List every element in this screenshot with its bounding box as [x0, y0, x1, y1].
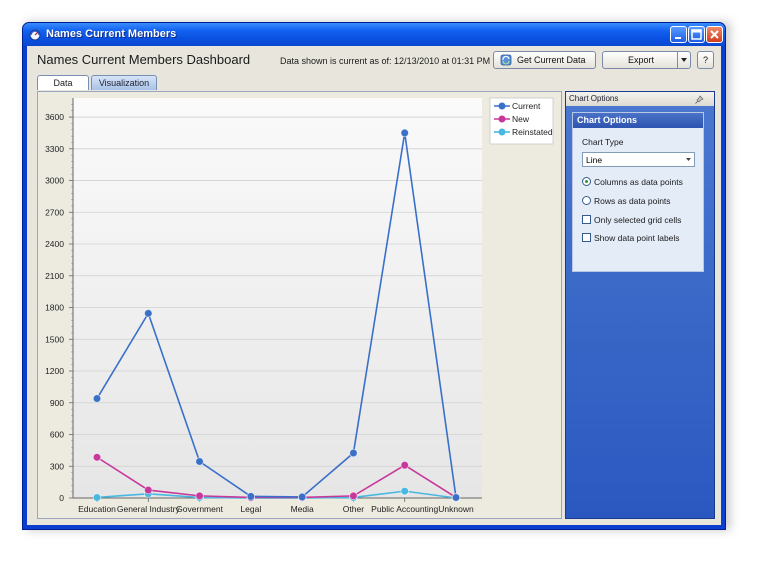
x-tick-label: Government [176, 504, 223, 514]
tab-data-label: Data [53, 78, 73, 88]
tab-visualization-label: Visualization [98, 78, 150, 88]
only-selected-grid-cells-checkbox[interactable] [582, 215, 591, 224]
chart-options-section-title: Chart Options [577, 115, 637, 125]
help-label: ? [703, 55, 709, 65]
legend-label: New [512, 114, 530, 124]
chevron-down-icon [686, 158, 691, 161]
data-timestamp: Data shown is current as of: 12/13/2010 … [280, 56, 491, 66]
data-point [297, 492, 307, 502]
legend-label: Reinstated [512, 127, 553, 137]
y-tick-label: 2100 [45, 271, 64, 281]
window-title: Names Current Members [46, 28, 177, 40]
legend-marker [498, 115, 506, 123]
x-tick-label: General Industry [117, 504, 181, 514]
y-tick-label: 1800 [45, 303, 64, 313]
y-tick-label: 0 [59, 493, 64, 503]
get-current-data-button[interactable]: Get Current Data [493, 51, 596, 69]
x-tick-label: Unknown [438, 504, 474, 514]
pin-icon[interactable] [695, 95, 704, 104]
data-point [92, 493, 102, 502]
export-label: Export [628, 55, 655, 65]
x-tick-label: Other [343, 504, 364, 514]
y-tick-label: 2400 [45, 239, 64, 249]
x-tick-label: Education [78, 504, 116, 514]
tab-strip: Data Visualization [31, 71, 721, 90]
plot-area [73, 98, 482, 498]
x-tick-label: Public Accounting [371, 504, 438, 514]
get-current-data-label: Get Current Data [517, 55, 586, 65]
chart-type-label: Chart Type [582, 137, 624, 147]
chart-options-panel-title: Chart Options [569, 94, 619, 103]
data-point [144, 485, 153, 495]
export-button[interactable]: Export [602, 51, 691, 69]
y-tick-label: 2700 [45, 207, 64, 217]
y-tick-label: 600 [50, 430, 64, 440]
data-point [400, 460, 409, 470]
columns-as-data-points-radio[interactable] [582, 177, 591, 186]
show-data-point-labels-label: Show data point labels [594, 233, 680, 243]
client-area: Names Current Members Dashboard Data sho… [27, 46, 721, 525]
data-point [195, 457, 204, 466]
chart-options-panel: Chart Options Chart Options Chart Type L… [565, 91, 715, 519]
x-tick-label: Media [291, 504, 314, 514]
data-point [195, 491, 204, 501]
chevron-down-icon[interactable] [680, 58, 688, 63]
title-bar[interactable]: Names Current Members [23, 23, 725, 46]
maximize-button[interactable] [688, 26, 705, 43]
rows-as-data-points-radio[interactable] [582, 196, 591, 205]
tab-visualization[interactable]: Visualization [91, 75, 157, 90]
legend-marker [498, 128, 506, 136]
refresh-icon [500, 54, 512, 66]
data-point [400, 486, 409, 496]
radio-selected-dot [585, 180, 588, 183]
data-point [349, 491, 358, 501]
chart-type-select[interactable]: Line [582, 152, 695, 167]
help-button[interactable]: ? [697, 51, 714, 69]
line-chart: 0 300 600 900 1200 1500 1800 2100 2400 2700 3000 33… [38, 92, 561, 518]
maximize-icon [691, 29, 702, 40]
chart-panel: 0 300 600 900 1200 1500 1800 2100 2400 2700 3000 33… [37, 91, 562, 519]
rows-as-data-points-label: Rows as data points [594, 196, 671, 206]
y-tick-label: 3300 [45, 144, 64, 154]
close-button[interactable] [706, 26, 723, 43]
minimize-icon [675, 37, 681, 39]
chart-type-value: Line [586, 155, 603, 165]
legend-label: Current [512, 101, 541, 111]
data-point [246, 492, 256, 501]
chart-options-header: Chart Options [566, 92, 714, 106]
chart-options-section: Chart Options Chart Type Line Columns as… [572, 112, 704, 272]
only-selected-grid-cells-label: Only selected grid cells [594, 215, 682, 225]
chart-options-section-header: Chart Options [573, 113, 703, 128]
y-tick-label: 1200 [45, 366, 64, 376]
tab-data[interactable]: Data [37, 75, 89, 90]
data-point [349, 448, 358, 458]
y-tick-label: 1500 [45, 334, 64, 344]
data-point [92, 394, 102, 403]
close-icon [710, 30, 719, 39]
y-tick-label: 900 [50, 398, 64, 408]
y-tick-label: 3600 [45, 112, 64, 122]
minimize-button[interactable] [670, 26, 687, 43]
data-point [92, 453, 102, 462]
show-data-point-labels-checkbox[interactable] [582, 233, 591, 242]
x-tick-label: Legal [240, 504, 261, 514]
page-title: Names Current Members Dashboard [37, 52, 251, 67]
legend-marker [498, 102, 506, 110]
y-tick-label: 3000 [45, 176, 64, 186]
data-point [144, 309, 153, 318]
data-point [451, 493, 461, 502]
y-tick-label: 300 [50, 461, 64, 471]
app-window: Names Current Members Names Current Memb… [22, 22, 726, 530]
data-point [400, 128, 409, 138]
app-icon [29, 29, 41, 41]
columns-as-data-points-label: Columns as data points [594, 177, 683, 187]
